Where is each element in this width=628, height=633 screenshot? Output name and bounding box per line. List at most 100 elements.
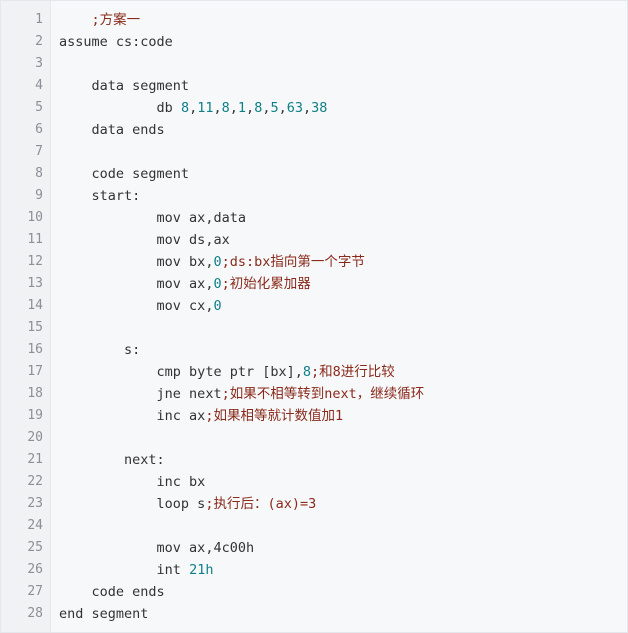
code-line[interactable]: 21 next:	[1, 449, 627, 471]
line-number: 1	[35, 12, 43, 27]
code-text[interactable]: data ends	[59, 119, 165, 141]
code-text[interactable]: end segment	[59, 603, 148, 625]
line-number: 5	[35, 100, 43, 115]
code-text[interactable]: db 8,11,8,1,8,5,63,38	[59, 97, 328, 119]
code-lines[interactable]: 1 ;方案一 2 assume cs:code 3 4 data segment 5 db…	[1, 9, 627, 625]
line-number: 27	[27, 584, 43, 599]
code-line[interactable]: 11 mov ds,ax	[1, 229, 627, 251]
code-comment: ;初始化累加器	[221, 276, 311, 292]
code-text[interactable]: mov ax,4c00h	[59, 537, 255, 559]
code-editor[interactable]: 1 ;方案一 2 assume cs:code 3 4 data segment 5 db…	[0, 0, 628, 633]
code-line[interactable]: 20	[1, 427, 627, 449]
code-line[interactable]: 17 cmp byte ptr [bx],8;和8进行比较	[1, 361, 627, 383]
code-text[interactable]: ;方案一	[59, 9, 141, 31]
code-line[interactable]: 28 end segment	[1, 603, 627, 625]
code-number: 0	[213, 254, 222, 270]
code-text[interactable]: int 21h	[59, 559, 214, 581]
code-line[interactable]: 6 data ends	[1, 119, 627, 141]
code-number: 5	[270, 100, 279, 116]
code-comment: ;ds:bx指向第一个字节	[221, 254, 365, 270]
code-text[interactable]: start:	[59, 185, 141, 207]
code-comment: ;如果不相等转到next，继续循环	[221, 386, 425, 402]
code-token: ,	[189, 100, 198, 116]
code-line[interactable]: 7	[1, 141, 627, 163]
code-line[interactable]: 16 s:	[1, 339, 627, 361]
code-text[interactable]: assume cs:code	[59, 31, 173, 53]
line-number: 23	[27, 496, 43, 511]
code-token: jne next	[156, 386, 222, 402]
code-line[interactable]: 3	[1, 53, 627, 75]
code-token: inc ax	[156, 408, 206, 424]
line-number: 4	[35, 78, 43, 93]
code-line[interactable]: 18 jne next;如果不相等转到next，继续循环	[1, 383, 627, 405]
code-line[interactable]: 26 int 21h	[1, 559, 627, 581]
code-text[interactable]: code segment	[59, 163, 190, 185]
code-token: mov ax,	[156, 276, 214, 292]
code-text[interactable]: mov ds,ax	[59, 229, 230, 251]
code-text[interactable]: inc bx	[59, 471, 206, 493]
code-line[interactable]: 4 data segment	[1, 75, 627, 97]
code-line[interactable]: 2 assume cs:code	[1, 31, 627, 53]
code-text[interactable]: mov cx,0	[59, 295, 222, 317]
line-number: 7	[35, 144, 43, 159]
code-line[interactable]: 15	[1, 317, 627, 339]
code-text[interactable]: cmp byte ptr [bx],8;和8进行比较	[59, 361, 395, 383]
code-token: inc bx	[156, 474, 206, 490]
code-token: start:	[91, 188, 141, 204]
line-number: 2	[35, 34, 43, 49]
code-line[interactable]: 24	[1, 515, 627, 537]
code-text[interactable]: mov bx,0;ds:bx指向第一个字节	[59, 251, 365, 273]
code-token: code ends	[91, 584, 165, 600]
code-line[interactable]: 13 mov ax,0;初始化累加器	[1, 273, 627, 295]
code-text[interactable]: next:	[59, 449, 165, 471]
line-number: 24	[27, 518, 43, 533]
code-comment: ;执行后：(ax)=3	[205, 496, 317, 512]
code-line[interactable]: 9 start:	[1, 185, 627, 207]
code-number: 0	[213, 298, 222, 314]
code-text[interactable]: code ends	[59, 581, 165, 603]
code-text[interactable]: s:	[59, 339, 140, 361]
code-token: ,	[278, 100, 287, 116]
code-token: mov bx,	[156, 254, 214, 270]
code-text[interactable]: inc ax;如果相等就计数值加1	[59, 405, 344, 427]
line-number: 6	[35, 122, 43, 137]
code-token: cmp byte ptr [bx],	[156, 364, 303, 380]
line-number: 8	[35, 166, 43, 181]
code-line[interactable]: 19 inc ax;如果相等就计数值加1	[1, 405, 627, 427]
code-line[interactable]: 10 mov ax,data	[1, 207, 627, 229]
line-number: 19	[27, 408, 43, 423]
code-line[interactable]: 22 inc bx	[1, 471, 627, 493]
code-line[interactable]: 14 mov cx,0	[1, 295, 627, 317]
code-token: data segment	[91, 78, 190, 94]
code-text[interactable]: jne next;如果不相等转到next，继续循环	[59, 383, 425, 405]
line-number: 20	[27, 430, 43, 445]
code-line[interactable]: 12 mov bx,0;ds:bx指向第一个字节	[1, 251, 627, 273]
code-line[interactable]: 8 code segment	[1, 163, 627, 185]
code-token: mov ds,ax	[156, 232, 230, 248]
code-line[interactable]: 1 ;方案一	[1, 9, 627, 31]
line-number: 21	[27, 452, 43, 467]
code-text[interactable]: mov ax,data	[59, 207, 246, 229]
code-text[interactable]: data segment	[59, 75, 190, 97]
code-text[interactable]: loop s;执行后：(ax)=3	[59, 493, 317, 515]
code-token: assume cs:code	[59, 34, 173, 50]
code-text[interactable]: mov ax,0;初始化累加器	[59, 273, 311, 295]
code-line[interactable]: 5 db 8,11,8,1,8,5,63,38	[1, 97, 627, 119]
code-token: ,	[303, 100, 312, 116]
code-line[interactable]: 27 code ends	[1, 581, 627, 603]
line-number: 16	[27, 342, 43, 357]
code-line[interactable]: 23 loop s;执行后：(ax)=3	[1, 493, 627, 515]
code-line[interactable]: 25 mov ax,4c00h	[1, 537, 627, 559]
code-token: ,	[229, 100, 238, 116]
